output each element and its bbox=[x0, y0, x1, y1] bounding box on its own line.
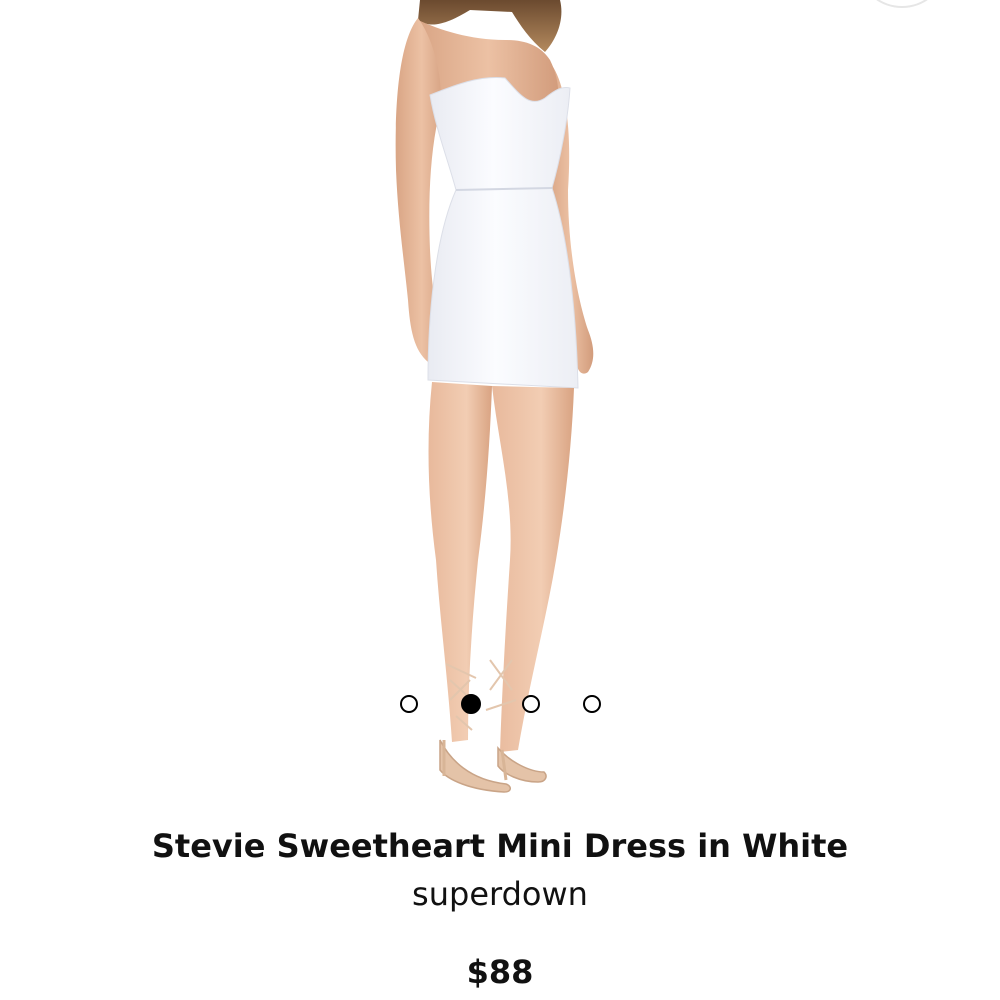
product-brand[interactable]: superdown bbox=[0, 872, 1000, 916]
product-image[interactable] bbox=[0, 0, 1000, 800]
product-title: Stevie Sweetheart Mini Dress in White bbox=[151, 827, 849, 865]
carousel-dot-4[interactable] bbox=[583, 695, 601, 713]
dress-bodice-shape bbox=[429, 76, 571, 191]
carousel-dot-3[interactable] bbox=[522, 695, 540, 713]
product-image-gallery[interactable] bbox=[0, 0, 1000, 800]
carousel-dot-2-active[interactable] bbox=[461, 694, 481, 714]
carousel-pagination bbox=[0, 693, 1000, 715]
product-price: $88 bbox=[466, 953, 534, 991]
product-page: Stevie Sweetheart Mini Dress in White su… bbox=[0, 0, 1000, 1000]
dress-skirt-shape bbox=[427, 187, 579, 389]
carousel-dot-1[interactable] bbox=[400, 695, 418, 713]
